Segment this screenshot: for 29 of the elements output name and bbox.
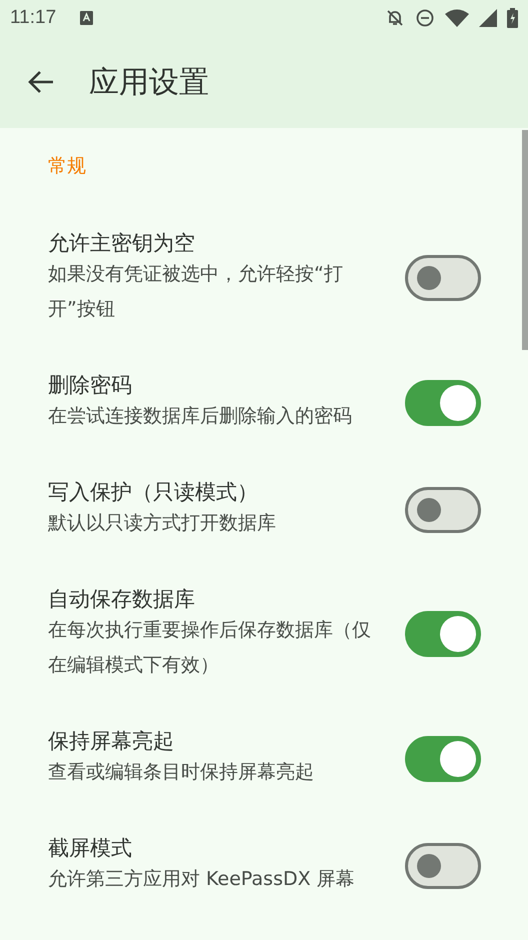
toggle-switch[interactable] (405, 736, 481, 782)
setting-title: 删除密码 (48, 372, 133, 399)
screen-title: 应用设置 (89, 64, 209, 102)
toggle-switch[interactable] (405, 842, 481, 888)
setting-description: 如果没有凭证被选中，允许轻按“打开”按钮 (48, 262, 344, 322)
setting-title: 写入保护（只读模式） (48, 479, 259, 506)
setting-description: 默认以只读方式打开数据库 (48, 511, 277, 536)
scrollbar[interactable] (522, 130, 528, 350)
setting-description: 在每次执行重要操作后保存数据库（仅在编辑模式下有效） (48, 618, 372, 678)
toggle-switch[interactable] (405, 486, 481, 532)
toggle-switch[interactable] (405, 255, 481, 301)
setting-title: 保持屏幕亮起 (48, 728, 175, 755)
setting-title: 截屏模式 (48, 835, 133, 862)
wifi-icon (445, 9, 469, 27)
back-arrow-icon[interactable] (28, 70, 54, 94)
toggle-switch[interactable] (405, 380, 481, 426)
setting-title: 自动保存数据库 (48, 586, 196, 613)
status-time: 11:17 (10, 7, 56, 29)
setting-description: 允许第三方应用对 KeePassDX 屏幕 (48, 867, 356, 892)
setting-title: 允许主密钥为空 (48, 230, 196, 257)
toggle-switch[interactable] (405, 611, 481, 657)
keyboard-notification-icon (80, 11, 94, 25)
setting-description: 查看或编辑条目时保持屏幕亮起 (48, 760, 315, 785)
signal-icon (479, 9, 497, 27)
setting-description: 在尝试连接数据库后删除输入的密码 (48, 404, 353, 429)
battery-charging-icon (507, 8, 518, 28)
muted-bell-icon (385, 8, 405, 28)
section-header: 常规 (47, 154, 87, 179)
do-not-disturb-icon (415, 8, 435, 28)
